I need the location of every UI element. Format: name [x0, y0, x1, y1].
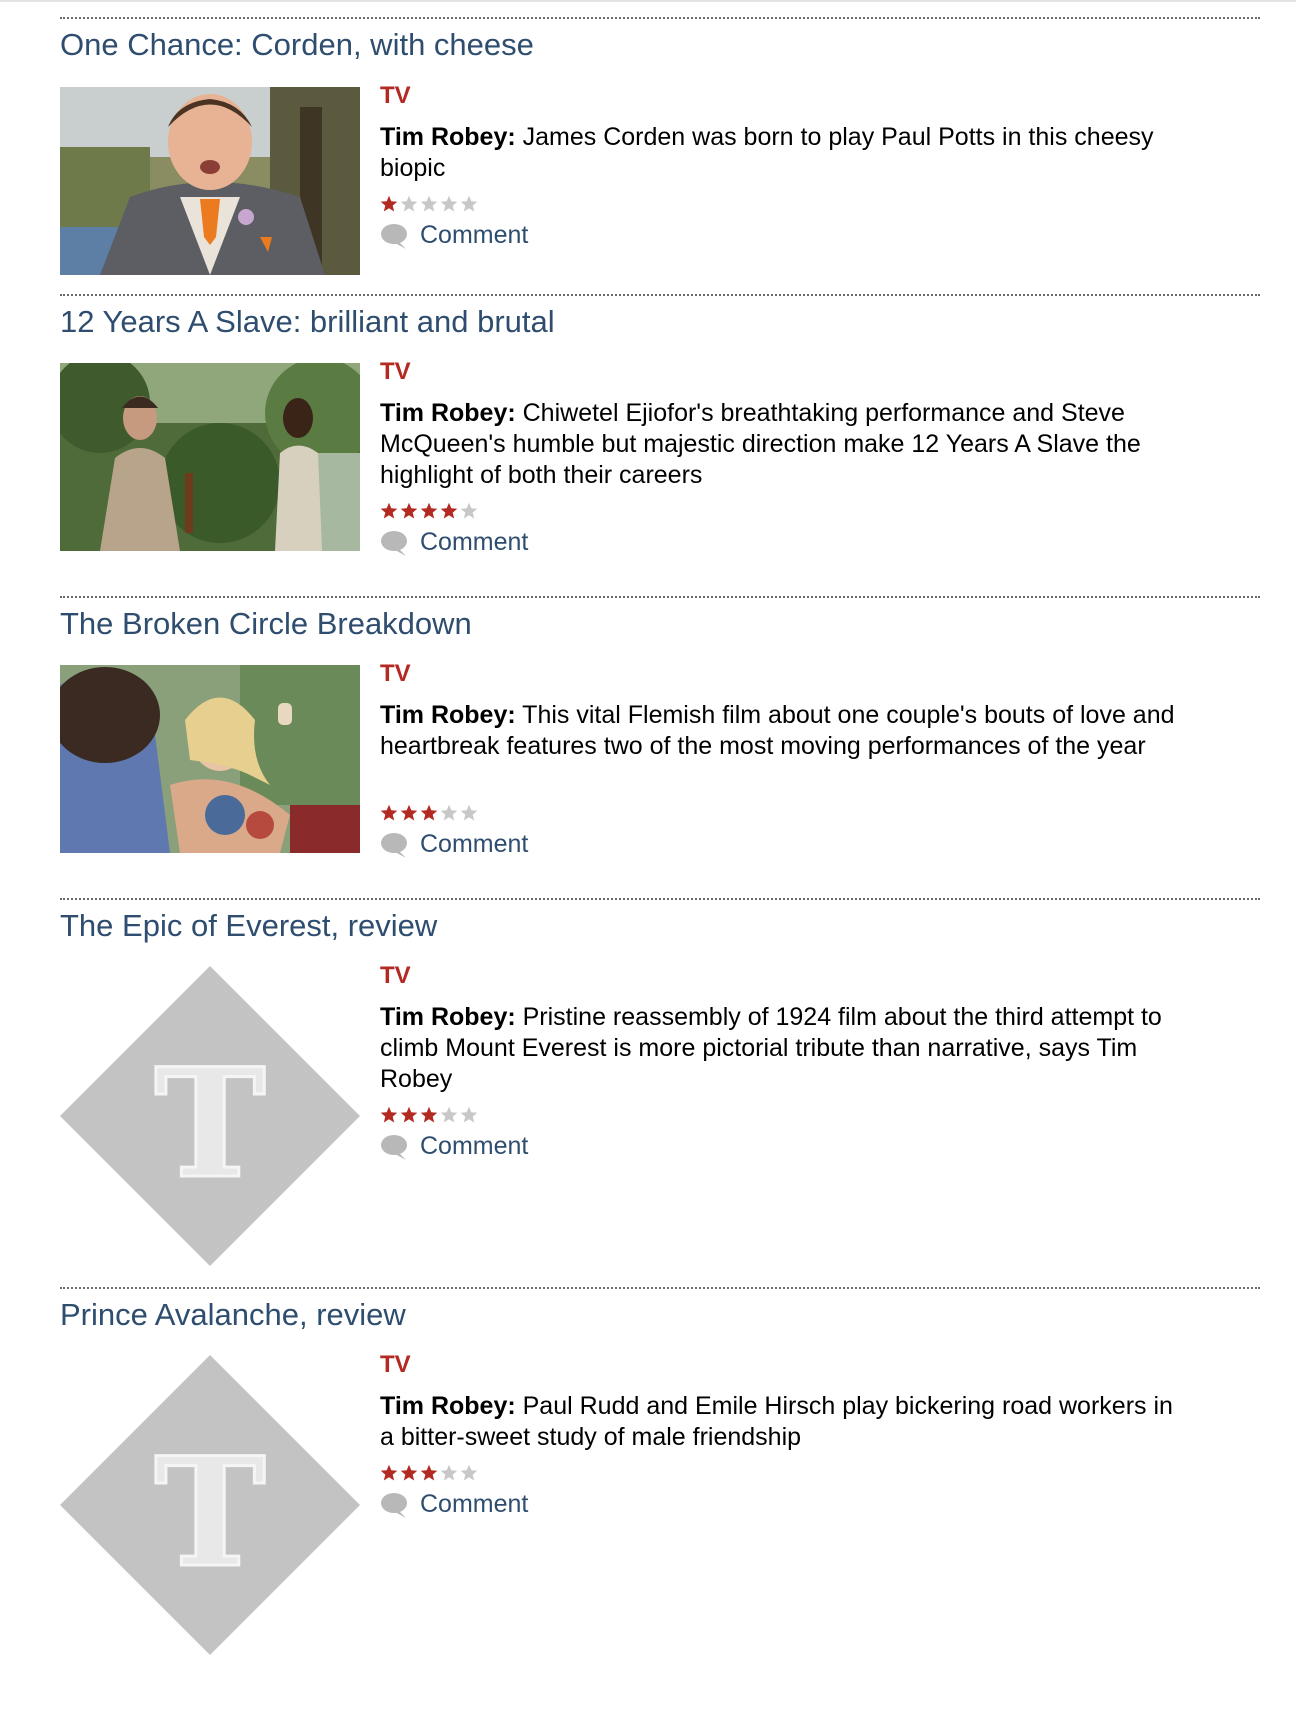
speech-bubble-icon	[381, 530, 407, 556]
speech-bubble-icon	[381, 1134, 407, 1160]
author-name: Tim Robey:	[380, 123, 516, 151]
article-content: TV Tim Robey: This vital Flemish film ab…	[380, 660, 1180, 886]
speech-bubble-icon	[381, 223, 407, 249]
article-item: One Chance: Corden, with cheese TV Tim R…	[60, 17, 1260, 277]
article-title-link[interactable]: The Broken Circle Breakdown	[60, 606, 472, 642]
star-empty-icon	[420, 195, 438, 213]
star-empty-icon	[460, 804, 478, 822]
star-empty-icon	[440, 804, 458, 822]
star-filled-icon	[400, 804, 418, 822]
star-filled-icon	[400, 502, 418, 520]
divider	[60, 1287, 1260, 1289]
svg-text:T: T	[154, 1036, 266, 1212]
article-item: 12 Years A Slave: brilliant and brutal T…	[60, 294, 1260, 584]
article-thumbnail[interactable]	[60, 363, 360, 551]
star-filled-icon	[440, 502, 458, 520]
star-filled-icon	[420, 804, 438, 822]
article-summary: Tim Robey: This vital Flemish film about…	[380, 700, 1180, 762]
author-name: Tim Robey:	[380, 1392, 516, 1420]
article-item: The Epic of Everest, review T TV Tim Rob…	[60, 898, 1260, 1276]
speech-bubble-icon	[381, 1492, 407, 1518]
star-rating	[380, 195, 478, 213]
article-content: TV Tim Robey: Pristine reassembly of 192…	[380, 962, 1180, 1162]
article-summary: Tim Robey: Paul Rudd and Emile Hirsch pl…	[380, 1391, 1180, 1453]
star-rating	[380, 804, 478, 822]
star-filled-icon	[420, 1106, 438, 1124]
star-filled-icon	[420, 502, 438, 520]
star-filled-icon	[380, 804, 398, 822]
star-filled-icon	[380, 1106, 398, 1124]
telegraph-logo-placeholder[interactable]: T	[60, 1355, 360, 1655]
comment-label: Comment	[420, 1490, 529, 1518]
article-title-link[interactable]: 12 Years A Slave: brilliant and brutal	[60, 304, 555, 340]
star-empty-icon	[440, 1106, 458, 1124]
author-name: Tim Robey:	[380, 701, 516, 729]
article-thumbnail[interactable]	[60, 87, 360, 275]
star-filled-icon	[400, 1106, 418, 1124]
comment-link[interactable]: Comment	[380, 528, 528, 557]
article-content: TV Tim Robey: Chiwetel Ejiofor's breatht…	[380, 358, 1180, 584]
article-content: TV Tim Robey: James Corden was born to p…	[380, 82, 1180, 277]
divider	[60, 17, 1260, 19]
article-title-link[interactable]: Prince Avalanche, review	[60, 1297, 406, 1333]
telegraph-logo-placeholder[interactable]: T	[60, 966, 360, 1266]
top-border	[0, 0, 1296, 2]
speech-bubble-icon	[381, 832, 407, 858]
star-rating	[380, 1464, 478, 1482]
star-empty-icon	[460, 1106, 478, 1124]
divider	[60, 294, 1260, 296]
star-empty-icon	[460, 195, 478, 213]
author-name: Tim Robey:	[380, 1003, 516, 1031]
comment-label: Comment	[420, 221, 529, 249]
comment-link[interactable]: Comment	[380, 221, 528, 250]
star-empty-icon	[440, 195, 458, 213]
category-label[interactable]: TV	[380, 358, 411, 386]
star-filled-icon	[380, 1464, 398, 1482]
article-summary: Tim Robey: James Corden was born to play…	[380, 122, 1180, 184]
article-item: Prince Avalanche, review T TV Tim Robey:…	[60, 1287, 1260, 1667]
comment-link[interactable]: Comment	[380, 1132, 528, 1161]
star-empty-icon	[460, 1464, 478, 1482]
comment-link[interactable]: Comment	[380, 1490, 528, 1519]
article-thumbnail[interactable]	[60, 665, 360, 853]
divider	[60, 596, 1260, 598]
star-empty-icon	[460, 502, 478, 520]
star-rating	[380, 502, 478, 520]
category-label[interactable]: TV	[380, 82, 411, 110]
category-label[interactable]: TV	[380, 660, 411, 688]
comment-label: Comment	[420, 1132, 529, 1160]
star-rating	[380, 1106, 478, 1124]
article-summary: Tim Robey: Pristine reassembly of 1924 f…	[380, 1002, 1180, 1095]
category-label[interactable]: TV	[380, 962, 411, 990]
article-item: The Broken Circle Breakdown TV Tim Robey…	[60, 596, 1260, 886]
category-label[interactable]: TV	[380, 1351, 411, 1379]
star-filled-icon	[380, 195, 398, 213]
article-content: TV Tim Robey: Paul Rudd and Emile Hirsch…	[380, 1351, 1180, 1531]
article-title-link[interactable]: The Epic of Everest, review	[60, 908, 437, 944]
star-empty-icon	[440, 1464, 458, 1482]
star-empty-icon	[400, 195, 418, 213]
star-filled-icon	[420, 1464, 438, 1482]
star-filled-icon	[400, 1464, 418, 1482]
comment-label: Comment	[420, 528, 529, 556]
author-name: Tim Robey:	[380, 399, 516, 427]
comment-link[interactable]: Comment	[380, 830, 528, 859]
article-summary: Tim Robey: Chiwetel Ejiofor's breathtaki…	[380, 398, 1180, 491]
svg-text:T: T	[154, 1425, 266, 1601]
article-title-link[interactable]: One Chance: Corden, with cheese	[60, 27, 534, 63]
comment-label: Comment	[420, 830, 529, 858]
star-filled-icon	[380, 502, 398, 520]
divider	[60, 898, 1260, 900]
